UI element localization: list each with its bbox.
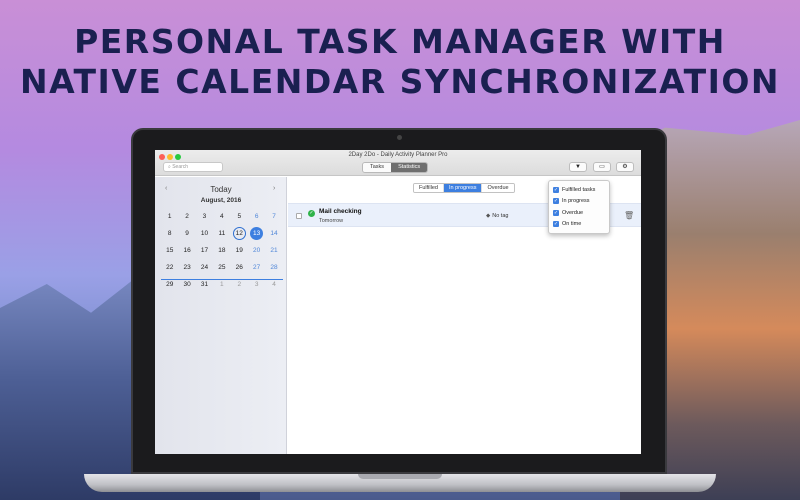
filter-icon: ▼ (575, 164, 581, 170)
filter-option-label: On time (562, 221, 582, 228)
calendar-day[interactable]: 27 (248, 259, 265, 276)
search-placeholder: Search (172, 164, 189, 170)
calendar-day[interactable]: 10 (196, 225, 213, 242)
calendar-day[interactable]: 4 (213, 208, 230, 225)
trash-icon[interactable]: 🗑 (624, 211, 634, 220)
calendar-month-label: August, 2016 (200, 197, 242, 204)
window-titlebar: 2Day 2Do - Daily Activity Planner Pro ⌕ … (155, 150, 641, 176)
view-tabs: Tasks Statistics (362, 162, 429, 173)
tab-statistics[interactable]: Statistics (391, 163, 428, 172)
headline-line-1: Personal task manager with (74, 22, 726, 61)
task-title: Mail checking (319, 208, 362, 215)
tab-tasks[interactable]: Tasks (363, 163, 392, 172)
calendar-day[interactable]: 6 (248, 208, 265, 225)
tag-icon: ◆ (486, 213, 491, 219)
filter-option-label: In progress (562, 198, 590, 205)
filter-option-label: Overdue (562, 209, 584, 216)
task-tag-label: No tag (492, 213, 509, 219)
window-title: 2Day 2Do - Daily Activity Planner Pro (348, 152, 448, 158)
tab-overdue[interactable]: Overdue (482, 184, 514, 192)
calendar-day[interactable]: 7 (265, 208, 282, 225)
calendar-day[interactable]: 20 (248, 242, 265, 259)
calendar-day[interactable]: 8 (161, 225, 178, 242)
calendar-day[interactable]: 1 (161, 208, 178, 225)
task-complete-checkbox[interactable] (296, 213, 302, 219)
settings-button[interactable]: ⚙ (616, 162, 634, 172)
calendar-day[interactable]: 21 (265, 242, 282, 259)
task-tag[interactable]: ◆ No tag (486, 213, 508, 219)
calendar-week: 22 23 24 25 26 27 28 (161, 259, 283, 276)
filter-option-on-time[interactable]: ✓ On time (553, 219, 605, 231)
calendar-day[interactable]: 2 (178, 208, 195, 225)
tab-fulfilled[interactable]: Fulfilled (414, 184, 444, 192)
calendar-day[interactable]: 18 (213, 242, 230, 259)
print-icon: ▭ (599, 164, 605, 170)
calendar-day[interactable]: 25 (213, 259, 230, 276)
calendar-day[interactable]: 15 (161, 242, 178, 259)
calendar-day[interactable]: 26 (231, 259, 248, 276)
filter-dropdown: ✓ Fulfilled tasks ✓ In progress ✓ Overdu… (548, 180, 610, 234)
calendar-day[interactable]: 14 (265, 225, 282, 242)
camera-icon (397, 135, 402, 140)
calendar-day[interactable]: 22 (161, 259, 178, 276)
calendar-day-today[interactable]: 13 (248, 225, 265, 242)
calendar-day[interactable]: 3 (196, 208, 213, 225)
filter-button[interactable]: ▼ (569, 162, 587, 172)
search-icon: ⌕ (168, 164, 171, 170)
status-check-icon: ✓ (308, 210, 315, 217)
calendar-day[interactable]: 11 (213, 225, 230, 242)
calendar-day[interactable]: 24 (196, 259, 213, 276)
search-input[interactable]: ⌕ Search (163, 162, 223, 172)
filter-option-in-progress[interactable]: ✓ In progress (553, 196, 605, 208)
calendar-sidebar: ‹ Today › August, 2016 1 2 3 4 5 6 7 8 9… (155, 177, 287, 454)
filter-option-fulfilled[interactable]: ✓ Fulfilled tasks (553, 184, 605, 196)
calendar-day[interactable]: 23 (178, 259, 195, 276)
calendar-grid: 1 2 3 4 5 6 7 8 9 10 11 12 13 14 15 16 1… (161, 208, 283, 293)
gear-icon: ⚙ (622, 164, 628, 170)
today-day-marker: 13 (250, 227, 264, 240)
status-filter-tabs: Fulfilled In progress Overdue (413, 183, 515, 193)
filter-option-label: Fulfilled tasks (562, 186, 596, 193)
calendar-week: 1 2 3 4 5 6 7 (161, 208, 283, 225)
calendar-day-selected[interactable]: 12 (231, 225, 248, 242)
marketing-headline: Personal task manager with native calend… (0, 22, 800, 102)
app-window: 2Day 2Do - Daily Activity Planner Pro ⌕ … (155, 150, 641, 454)
current-week-underline (161, 279, 283, 280)
checkbox-checked-icon[interactable]: ✓ (553, 209, 559, 216)
task-due-date: Tomorrow (319, 218, 344, 224)
calendar-day[interactable]: 28 (265, 259, 282, 276)
headline-line-2: native calendar synchronization (19, 62, 781, 101)
today-button[interactable]: Today (155, 185, 287, 194)
checkbox-checked-icon[interactable]: ✓ (553, 198, 559, 205)
calendar-day[interactable]: 19 (231, 242, 248, 259)
print-button[interactable]: ▭ (593, 162, 611, 172)
calendar-day[interactable]: 17 (196, 242, 213, 259)
filter-option-overdue[interactable]: ✓ Overdue (553, 207, 605, 219)
checkbox-checked-icon[interactable]: ✓ (553, 186, 559, 193)
checkbox-checked-icon[interactable]: ✓ (553, 221, 559, 228)
calendar-week: 8 9 10 11 12 13 14 (161, 225, 283, 242)
calendar-day[interactable]: 9 (178, 225, 195, 242)
selected-day-ring: 12 (232, 227, 246, 240)
tab-in-progress[interactable]: In progress (443, 184, 483, 192)
laptop-notch (358, 474, 442, 479)
calendar-week: 15 16 17 18 19 20 21 (161, 242, 283, 259)
next-month-button[interactable]: › (273, 185, 275, 192)
calendar-day[interactable]: 16 (178, 242, 195, 259)
calendar-day[interactable]: 5 (231, 208, 248, 225)
